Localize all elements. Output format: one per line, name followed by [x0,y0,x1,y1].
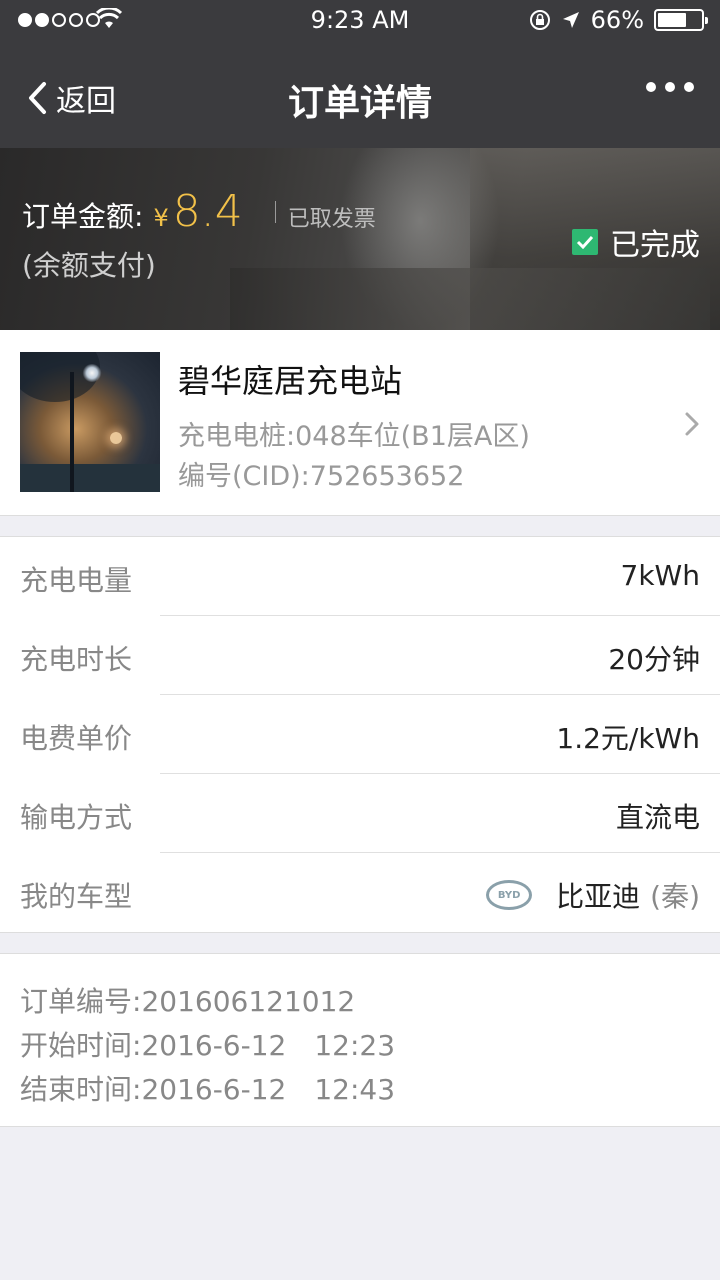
payment-method: (余额支付) [22,249,156,282]
detail-row-current-type: 输电方式 直流电 [0,774,720,853]
byd-logo-icon: BYD [486,880,533,910]
charging-details: 充电电量 7kWh 充电时长 20分钟 电费单价 1.2元/kWh 输电方式 直… [0,536,720,933]
detail-label: 充电电量 [20,564,133,597]
status-right: 66% [529,6,708,34]
detail-value: 1.2元/kWh [556,722,700,755]
detail-label: 电费单价 [20,722,133,755]
end-time-line: 结束时间:2016-6-12 12:43 [20,1073,396,1106]
checkmark-icon [572,229,598,255]
order-status-text: 已完成 [610,228,700,263]
top-bar: 9:23 AM 66% 返回 订单详情 [0,0,720,148]
charging-pile: 充电电桩:048车位(B1层A区) [178,421,530,452]
detail-label: 充电时长 [20,643,133,676]
detail-label: 我的车型 [20,880,133,913]
battery-percent: 66% [590,6,644,34]
station-thumbnail [20,352,160,492]
chevron-right-icon [685,412,699,436]
station-cid: 编号(CID):752653652 [178,461,465,492]
detail-row-unit-price: 电费单价 1.2元/kWh [0,695,720,774]
page-title: 订单详情 [287,83,432,124]
order-number-line: 订单编号:201606121012 [20,985,356,1018]
detail-value: BYD 比亚迪 (秦) [486,875,700,915]
orientation-lock-icon [529,10,550,30]
order-summary-banner: 订单金额: ¥ 8.4 已取发票 (余额支付) 已完成 [0,148,720,330]
detail-row-vehicle: 我的车型 BYD 比亚迪 (秦) [0,853,720,932]
status-bar: 9:23 AM 66% [0,0,720,42]
order-amount-label: 订单金额: [22,200,144,233]
station-name: 碧华庭居充电站 [178,362,403,400]
order-info: 订单编号:201606121012 开始时间:2016-6-12 12:23 结… [0,953,720,1127]
order-amount-value: 8.4 [172,186,243,237]
currency-symbol: ¥ [153,204,169,232]
detail-label: 输电方式 [20,801,133,834]
nav-bar: 返回 订单详情 [0,42,720,148]
divider [274,200,276,223]
start-time-line: 开始时间:2016-6-12 12:23 [20,1029,396,1062]
more-dots-icon [646,82,656,92]
battery-icon [654,9,708,31]
location-arrow-icon [562,12,579,28]
detail-value: 7kWh [620,559,700,592]
detail-value: 直流电 [615,801,700,834]
station-card[interactable]: 碧华庭居充电站 充电电桩:048车位(B1层A区) 编号(CID):752653… [0,330,720,516]
more-menu-button[interactable] [646,82,694,92]
detail-value: 20分钟 [608,643,700,676]
detail-row-energy: 充电电量 7kWh [0,537,720,616]
order-amount-line: 订单金额: ¥ 8.4 已取发票 [22,186,376,237]
invoice-status: 已取发票 [287,207,376,232]
detail-row-duration: 充电时长 20分钟 [0,616,720,695]
order-status: 已完成 [572,220,700,264]
